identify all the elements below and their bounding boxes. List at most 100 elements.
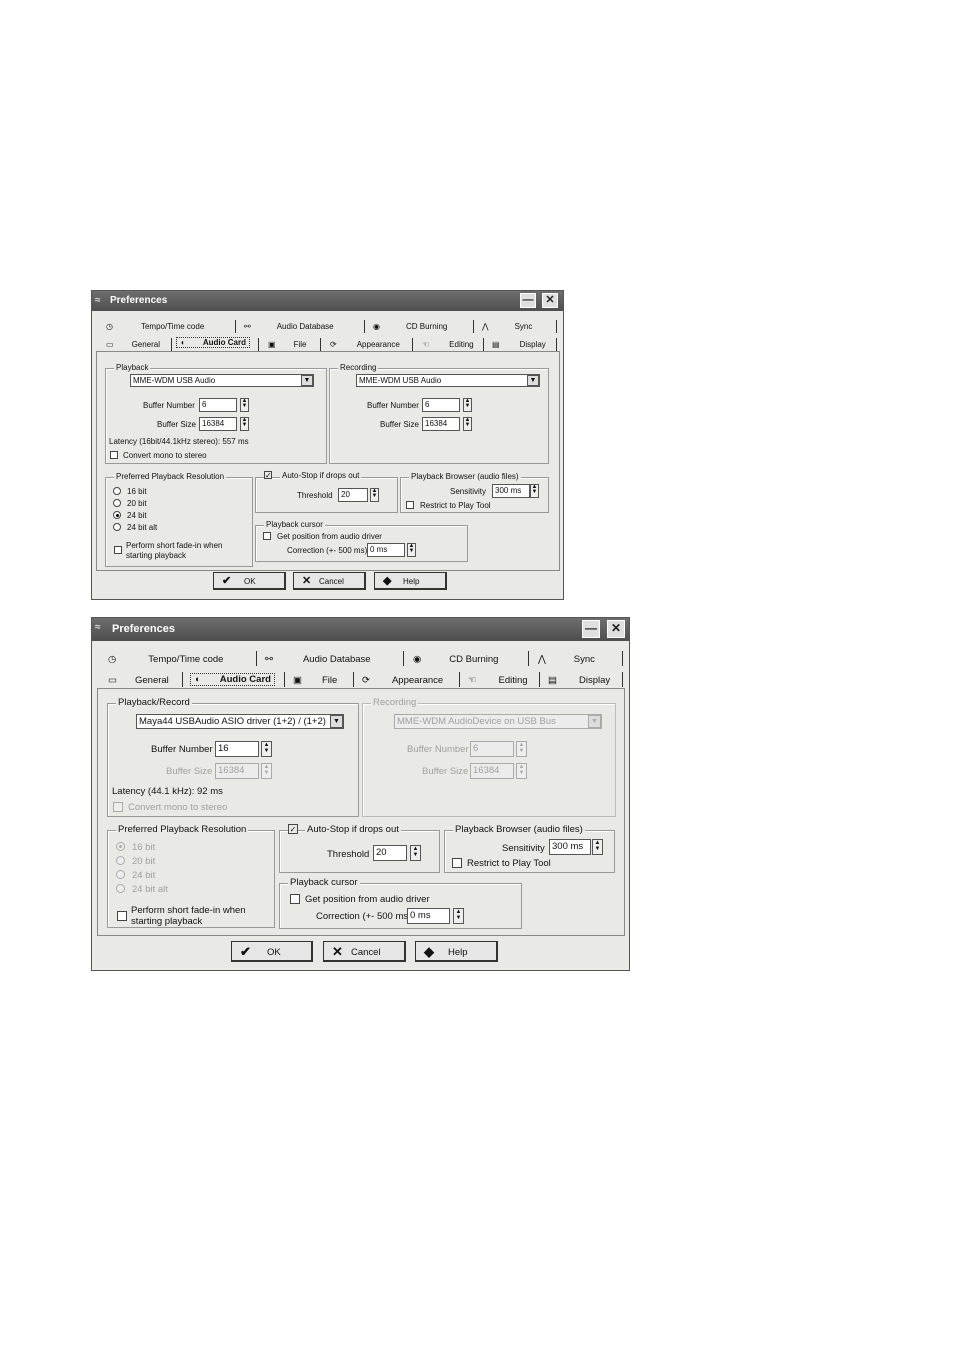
sync-wave-icon: ⋀ [538, 654, 546, 665]
chevron-down-icon[interactable]: ▼ [588, 715, 601, 728]
fade-in-checkbox[interactable] [114, 546, 122, 554]
restrict-play-tool-checkbox[interactable] [406, 501, 414, 509]
fade-in-label: Perform short fade-in when [131, 905, 246, 916]
tab-audio-card[interactable]: ◖ Audio Card [190, 673, 275, 686]
sensitivity-spinner[interactable]: ▲ ▼ [592, 839, 603, 855]
buffer-number-spinner[interactable]: ▲ ▼ [516, 741, 527, 757]
playback-buffer-size-input[interactable]: 16384 [215, 763, 259, 779]
cancel-button[interactable]: ✕ Cancel [293, 572, 366, 590]
radio-24-bit[interactable] [113, 511, 121, 519]
tab-audio-database[interactable]: ⚯ Audio Database [265, 654, 371, 665]
playback-cursor-group: Playback cursor [255, 520, 468, 562]
tab-cd-burning[interactable]: ◉ CD Burning [413, 654, 498, 665]
buffer-number-spinner[interactable]: ▲ ▼ [463, 398, 472, 412]
threshold-input[interactable]: 20 [338, 488, 368, 502]
radio-20-bit[interactable] [113, 499, 121, 507]
auto-stop-checkbox[interactable]: ✓ [288, 824, 298, 834]
auto-stop-label: Auto-Stop if drops out [305, 824, 401, 835]
tab-audio-database[interactable]: ⚯ Audio Database [244, 322, 334, 331]
minimize-button[interactable]: — [582, 620, 600, 638]
convert-mono-checkbox[interactable] [110, 451, 118, 459]
floppy-disk-icon: ▣ [268, 340, 276, 349]
tab-cd-burning[interactable]: ◉ CD Burning [373, 322, 447, 331]
correction-spinner[interactable]: ▲ ▼ [407, 543, 416, 557]
correction-input[interactable]: 0 ms [367, 543, 405, 557]
chevron-down-icon[interactable]: ▼ [330, 715, 343, 728]
tab-sync[interactable]: ⋀ Sync [482, 322, 532, 331]
get-position-checkbox[interactable] [263, 532, 271, 540]
title-bar[interactable]: ≈ Preferences — ✕ [92, 291, 563, 311]
correction-input[interactable]: 0 ms [407, 908, 450, 924]
buffer-number-spinner[interactable]: ▲ ▼ [240, 398, 249, 412]
correction-label: Correction (+- 500 ms) [316, 911, 412, 922]
tab-tempo-time-code[interactable]: ◷ Tempo/Time code [108, 654, 223, 665]
radio-16-bit[interactable] [116, 842, 125, 851]
help-button[interactable]: ◆ Help [415, 941, 498, 962]
buffer-size-spinner[interactable]: ▲ ▼ [463, 417, 472, 431]
buffer-number-label: Buffer Number [407, 744, 469, 755]
threshold-spinner[interactable]: ▲ ▼ [370, 488, 379, 502]
sensitivity-input[interactable]: 300 ms [492, 484, 530, 498]
fade-in-checkbox[interactable] [117, 911, 127, 921]
tab-editing[interactable]: ☜ Editing [468, 675, 528, 686]
playback-device-select[interactable]: MME-WDM USB Audio [130, 374, 314, 387]
buffer-size-label: Buffer Size [380, 420, 419, 429]
playback-buffer-number-input[interactable]: 16 [215, 741, 259, 757]
get-position-checkbox[interactable] [290, 894, 300, 904]
latency-text: Latency (44.1 kHz): 92 ms [112, 786, 223, 797]
cancel-button[interactable]: ✕ Cancel [323, 941, 406, 962]
close-button[interactable]: ✕ [542, 293, 558, 308]
threshold-input[interactable]: 20 [373, 845, 407, 861]
tab-audio-card[interactable]: ◖ Audio Card [176, 337, 250, 348]
tab-display[interactable]: ▤ Display [548, 675, 610, 686]
recording-device-select[interactable]: MME-WDM AudioDevice on USB Bus [394, 714, 602, 729]
tab-editing[interactable]: ☜ Editing [422, 340, 474, 349]
recording-buffer-number-input[interactable]: 6 [422, 398, 460, 412]
auto-stop-checkbox[interactable]: ✓ [264, 471, 272, 480]
recording-buffer-number-input[interactable]: 6 [470, 741, 514, 757]
minimize-button[interactable]: — [520, 293, 536, 308]
tab-general[interactable]: ▭ General [108, 675, 169, 686]
buffer-size-spinner[interactable]: ▲ ▼ [240, 417, 249, 431]
tab-separator [258, 338, 259, 351]
ok-button[interactable]: ✔ OK [231, 941, 313, 962]
radio-20-bit[interactable] [116, 856, 125, 865]
ok-button[interactable]: ✔ OK [213, 572, 286, 590]
clock-icon: ◷ [108, 654, 117, 665]
buffer-size-spinner[interactable]: ▲ ▼ [516, 763, 527, 779]
playback-buffer-number-input[interactable]: 6 [199, 398, 237, 412]
close-button[interactable]: ✕ [607, 620, 625, 638]
threshold-spinner[interactable]: ▲ ▼ [410, 845, 421, 861]
recording-buffer-size-input[interactable]: 16384 [422, 417, 460, 431]
recording-buffer-size-input[interactable]: 16384 [470, 763, 514, 779]
radio-24-bit-alt[interactable] [113, 523, 121, 531]
tab-general[interactable]: ▭ General [106, 340, 160, 349]
chevron-down-icon[interactable]: ▼ [527, 375, 539, 386]
playback-buffer-size-input[interactable]: 16384 [199, 417, 237, 431]
sensitivity-input[interactable]: 300 ms [549, 839, 591, 855]
radio-16-bit[interactable] [113, 487, 121, 495]
chevron-down-icon[interactable]: ▼ [301, 375, 313, 386]
correction-spinner[interactable]: ▲ ▼ [453, 908, 464, 924]
tab-appearance[interactable]: ⟳ Appearance [362, 675, 443, 686]
buffer-size-spinner[interactable]: ▲ ▼ [261, 763, 272, 779]
restrict-play-tool-checkbox[interactable] [452, 858, 462, 868]
speaker-icon: ◖ [194, 674, 200, 685]
tab-file[interactable]: ▣ File [293, 675, 337, 686]
tab-sync[interactable]: ⋀ Sync [538, 654, 595, 665]
radio-24-bit-alt[interactable] [116, 884, 125, 893]
buffer-size-label: Buffer Size [422, 766, 469, 777]
tab-display[interactable]: ▤ Display [492, 340, 546, 349]
help-button[interactable]: ◆ Help [374, 572, 447, 590]
radio-24-bit[interactable] [116, 870, 125, 879]
convert-mono-checkbox[interactable] [113, 802, 123, 812]
sensitivity-spinner[interactable]: ▲ ▼ [530, 484, 539, 498]
playback-device-select[interactable]: Maya44 USBAudio ASIO driver (1+2) / (1+2… [136, 714, 344, 729]
tab-appearance[interactable]: ⟳ Appearance [330, 340, 400, 349]
recording-device-select[interactable]: MME-WDM USB Audio [356, 374, 540, 387]
title-bar[interactable]: ≈ Preferences — ✕ [92, 618, 629, 641]
tab-tempo-time-code[interactable]: ◷ Tempo/Time code [106, 322, 204, 331]
get-position-label: Get position from audio driver [305, 894, 430, 905]
buffer-number-spinner[interactable]: ▲ ▼ [261, 741, 272, 757]
tab-file[interactable]: ▣ File [268, 340, 306, 349]
